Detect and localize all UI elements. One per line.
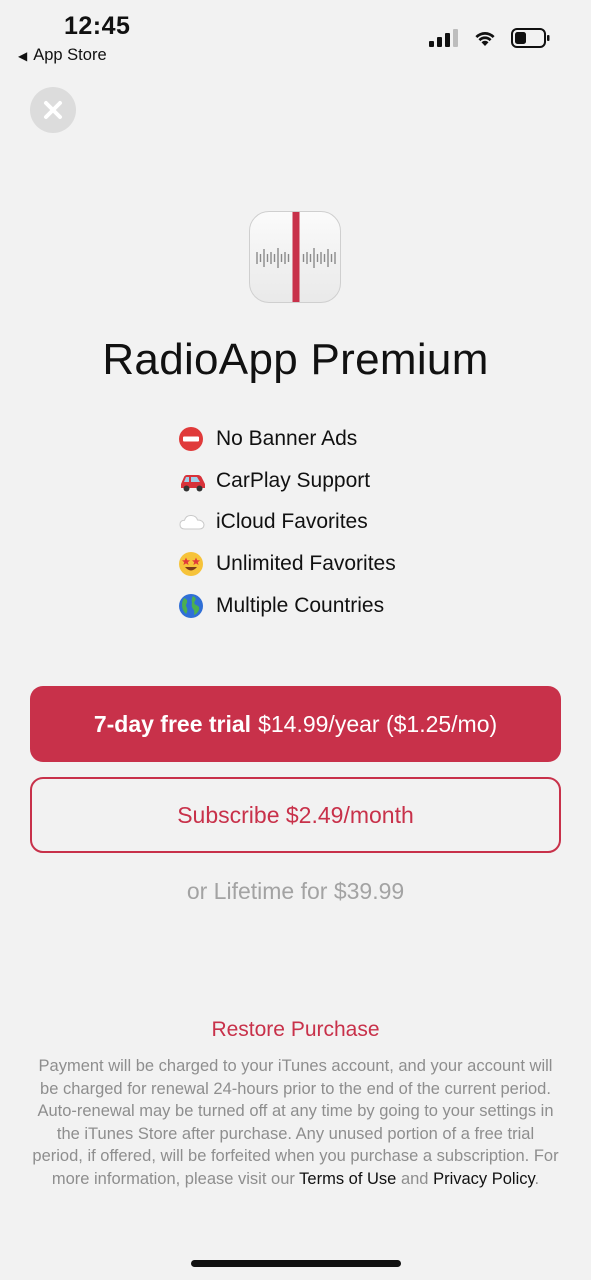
feature-list: No Banner Ads CarPlay Support iCloud Fav… bbox=[178, 418, 396, 626]
feature-item: No Banner Ads bbox=[178, 418, 396, 460]
no-entry-icon bbox=[179, 426, 203, 451]
cloud-icon bbox=[179, 515, 205, 530]
feature-item: Multiple Countries bbox=[178, 585, 396, 627]
feature-item: Unlimited Favorites bbox=[178, 543, 396, 585]
status-time: 12:45 bbox=[64, 12, 131, 40]
battery-icon bbox=[511, 28, 550, 48]
radio-dial-icon bbox=[256, 212, 336, 302]
feature-label: Unlimited Favorites bbox=[216, 551, 396, 575]
trial-label: 7-day free trial bbox=[93, 710, 252, 737]
feature-label: No Banner Ads bbox=[216, 426, 358, 450]
feature-label: CarPlay Support bbox=[216, 468, 371, 492]
home-indicator bbox=[191, 1260, 401, 1267]
legal-body: Payment will be charged to your iTunes a… bbox=[32, 1057, 559, 1188]
subscribe-label: Subscribe $2.49/month bbox=[177, 801, 414, 828]
app-title: RadioApp Premium bbox=[102, 335, 489, 384]
lifetime-purchase-link[interactable]: or Lifetime for $39.99 bbox=[0, 878, 591, 905]
feature-item: CarPlay Support bbox=[178, 460, 396, 502]
app-icon bbox=[249, 211, 341, 303]
feature-label: iCloud Favorites bbox=[216, 510, 368, 534]
trial-price: $14.99/year ($1.25/mo) bbox=[258, 710, 498, 737]
close-button[interactable] bbox=[30, 87, 76, 133]
back-app-label: App Store bbox=[33, 46, 107, 64]
star-struck-icon bbox=[179, 551, 203, 576]
feature-item: iCloud Favorites bbox=[178, 501, 396, 543]
privacy-policy-link[interactable]: Privacy Policy bbox=[433, 1170, 534, 1188]
restore-purchase-link[interactable]: Restore Purchase bbox=[0, 1018, 591, 1042]
legal-period: . bbox=[534, 1169, 540, 1188]
legal-text: Payment will be charged to your iTunes a… bbox=[30, 1055, 561, 1191]
signal-icon bbox=[429, 29, 458, 47]
feature-label: Multiple Countries bbox=[216, 593, 385, 617]
status-icons bbox=[429, 28, 551, 48]
legal-and: and bbox=[400, 1169, 429, 1188]
back-to-app-store-link[interactable]: ◀ App Store bbox=[18, 46, 107, 65]
terms-of-use-link[interactable]: Terms of Use bbox=[299, 1170, 396, 1188]
car-icon bbox=[181, 474, 205, 492]
free-trial-button[interactable]: 7-day free trial $14.99/year ($1.25/mo) bbox=[30, 686, 561, 762]
wifi-icon bbox=[475, 32, 495, 46]
back-triangle-icon: ◀ bbox=[18, 48, 28, 63]
close-icon bbox=[44, 101, 62, 119]
subscribe-monthly-button[interactable]: Subscribe $2.49/month bbox=[30, 777, 561, 853]
globe-icon bbox=[179, 593, 203, 618]
status-bar: 12:45 ◀ App Store bbox=[0, 0, 591, 72]
